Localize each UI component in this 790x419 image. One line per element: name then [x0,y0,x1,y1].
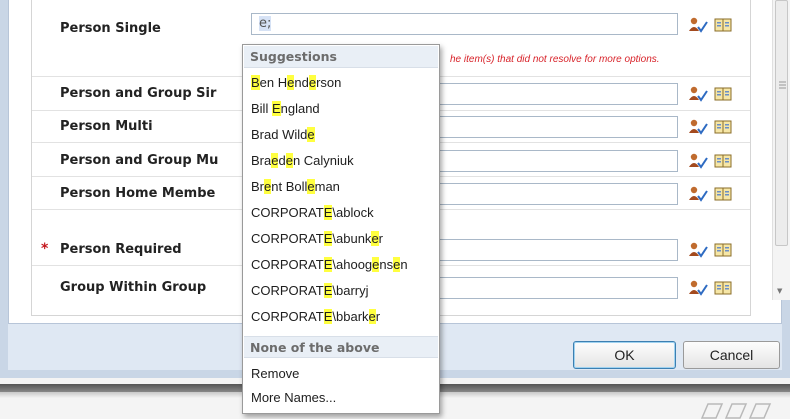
suggestion-item[interactable]: CORPORATE\bbarker [251,309,380,324]
address-book-icon[interactable] [713,85,733,103]
check-names-icon[interactable] [688,279,708,297]
field-label: Person Single [60,21,161,36]
suggestion-item[interactable]: CORPORATE\abunker [251,231,383,246]
cancel-button[interactable]: Cancel [683,341,780,369]
address-book-icon[interactable] [713,279,733,297]
check-names-icon[interactable] [688,118,708,136]
suggestion-item[interactable]: Ben Henderson [251,75,341,90]
more-names-menu-item[interactable]: More Names... [251,390,336,405]
field-label: Group Within Group [60,280,207,295]
scrollbar-thumb[interactable] [775,0,788,246]
field-label: Person Home Membe [60,186,216,201]
field-label: Person and Group Mu [60,153,219,168]
suggestions-dropdown: Suggestions Ben Henderson Bill England Bra… [242,44,440,414]
field-label: Person and Group Sir [60,86,217,101]
remove-menu-item[interactable]: Remove [251,366,299,381]
field-label: Person Required [60,242,182,257]
field-label: Person Multi [60,119,153,134]
grip-icon [779,81,786,90]
required-indicator: * [41,241,49,257]
address-book-icon[interactable] [713,185,733,203]
none-of-the-above-header: None of the above [244,336,438,358]
suggestion-item[interactable]: Braeden Calyniuk [251,153,354,168]
address-book-icon[interactable] [713,118,733,136]
address-book-icon[interactable] [713,241,733,259]
suggestion-item[interactable]: Bill England [251,101,320,116]
suggestion-item[interactable]: CORPORATE\ahoogensen [251,257,408,272]
typed-value: e; [259,16,272,31]
check-names-icon[interactable] [688,241,708,259]
suggestion-item[interactable]: Brad Wilde [251,127,315,142]
suggestion-item[interactable]: Brent Bolleman [251,179,340,194]
check-names-icon[interactable] [688,85,708,103]
resolve-error-message: he item(s) that did not resolve for more… [450,54,660,65]
logo-watermark-icon [700,402,780,419]
person-single-input[interactable]: e; [251,13,678,35]
address-book-icon[interactable] [713,152,733,170]
check-names-icon[interactable] [688,152,708,170]
address-book-icon[interactable] [713,16,733,34]
check-names-icon[interactable] [688,16,708,34]
ok-button[interactable]: OK [573,341,676,369]
suggestions-header: Suggestions [244,46,438,68]
check-names-icon[interactable] [688,185,708,203]
suggestion-item[interactable]: CORPORATE\barryj [251,283,369,298]
form-scrollbar[interactable]: ▼ [772,0,790,300]
scroll-down-arrow-icon[interactable]: ▼ [777,287,782,295]
suggestion-item[interactable]: CORPORATE\ablock [251,205,374,220]
